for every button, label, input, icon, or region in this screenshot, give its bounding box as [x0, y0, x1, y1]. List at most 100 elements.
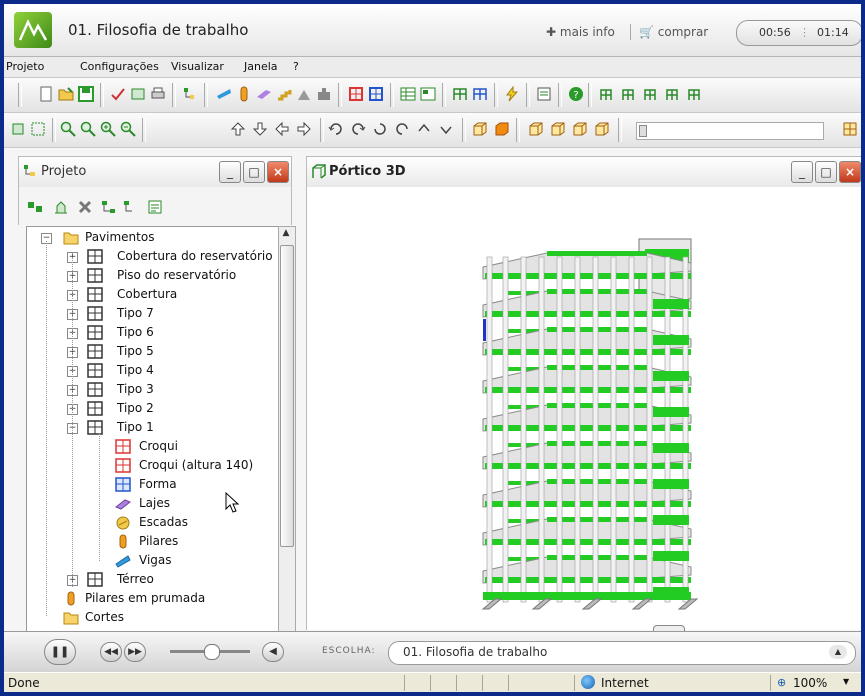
- volume-thumb[interactable]: [204, 644, 220, 660]
- pillar-tool-icon[interactable]: [236, 86, 252, 102]
- rotate-right-icon[interactable]: [350, 121, 366, 137]
- close-button[interactable]: ×: [267, 161, 289, 183]
- tree-node-terreo[interactable]: + Térreo: [27, 571, 277, 590]
- zoom-all-icon[interactable]: [60, 121, 76, 137]
- tree-node-tipo-3[interactable]: + Tipo 3: [27, 381, 277, 400]
- save-icon[interactable]: [78, 86, 94, 102]
- mais-info-link[interactable]: ✚ mais info: [546, 25, 615, 39]
- previous-button[interactable]: ◀◀: [100, 642, 122, 662]
- tree-node-tipo-6[interactable]: + Tipo 6: [27, 324, 277, 343]
- view-top-icon[interactable]: [572, 121, 588, 137]
- pan-down-icon[interactable]: [252, 121, 268, 137]
- floor-plan-blue-icon[interactable]: [368, 86, 384, 102]
- table-view-icon[interactable]: [420, 86, 436, 102]
- slider-thumb[interactable]: [639, 125, 647, 137]
- properties-panel-icon[interactable]: [147, 199, 163, 215]
- tree-structure-icon[interactable]: [182, 86, 198, 102]
- close-button[interactable]: ×: [839, 161, 861, 183]
- floor-plan-red-icon[interactable]: [348, 86, 364, 102]
- frame-icon[interactable]: [452, 86, 468, 102]
- zoom-out-icon[interactable]: [120, 121, 136, 137]
- maximize-button[interactable]: □: [815, 161, 837, 183]
- grid-icon[interactable]: [842, 121, 858, 137]
- pause-button[interactable]: ❚❚: [44, 639, 76, 665]
- edit-check-icon[interactable]: [110, 86, 126, 102]
- frame-select-icon[interactable]: [642, 86, 658, 102]
- zoom-in-icon[interactable]: [100, 121, 116, 137]
- view-side-icon[interactable]: [550, 121, 566, 137]
- frame-copy-icon[interactable]: [664, 86, 680, 102]
- tree-node-pavimentos[interactable]: − Pavimentos: [27, 229, 277, 248]
- slab-tool-icon[interactable]: [256, 86, 272, 102]
- orbit-left-icon[interactable]: [416, 121, 432, 137]
- tree-node-cortes[interactable]: Cortes: [27, 609, 277, 628]
- tree-node-tipo-7[interactable]: + Tipo 7: [27, 305, 277, 324]
- tree-scrollbar[interactable]: ▲: [278, 226, 296, 633]
- foundation-tool-icon[interactable]: [296, 86, 312, 102]
- menu-janela[interactable]: Janela: [244, 60, 278, 73]
- new-file-icon[interactable]: [38, 86, 54, 102]
- menu-visualizar[interactable]: Visualizar: [171, 60, 224, 73]
- stairs-tool-icon[interactable]: [276, 86, 292, 102]
- volume-button[interactable]: ◀: [262, 642, 284, 662]
- scroll-up-icon[interactable]: ▲: [280, 228, 292, 242]
- lightning-icon[interactable]: [504, 86, 520, 102]
- print-icon[interactable]: [150, 86, 166, 102]
- view-front-icon[interactable]: [528, 121, 544, 137]
- tree-node-vigas[interactable]: Vigas: [27, 552, 277, 571]
- menu-projeto[interactable]: Projeto: [6, 60, 44, 73]
- add-floor-icon[interactable]: [53, 199, 69, 215]
- rotate-down-icon[interactable]: [394, 121, 410, 137]
- pan-up-icon[interactable]: [230, 121, 246, 137]
- menu-configuracoes[interactable]: Configurações: [80, 60, 159, 73]
- report-icon[interactable]: [536, 86, 552, 102]
- help-icon[interactable]: ?: [568, 86, 584, 102]
- expand-tree-icon[interactable]: [101, 199, 117, 215]
- pan-right-icon[interactable]: [296, 121, 312, 137]
- tree-node-cobertura-reservatorio[interactable]: + Cobertura do reservatório: [27, 248, 277, 267]
- minimize-button[interactable]: _: [219, 161, 241, 183]
- rotate-up-icon[interactable]: [372, 121, 388, 137]
- chevron-up-icon[interactable]: ▲: [829, 645, 847, 659]
- zoom-window-icon[interactable]: [80, 121, 96, 137]
- tree-node-escadas[interactable]: Escadas: [27, 514, 277, 533]
- tree-node-tipo-1[interactable]: − Tipo 1: [27, 419, 277, 438]
- orbit-right-icon[interactable]: [438, 121, 454, 137]
- maximize-button[interactable]: □: [243, 161, 265, 183]
- tree-node-pilares[interactable]: Pilares: [27, 533, 277, 552]
- frame-edit-icon[interactable]: [620, 86, 636, 102]
- tree-node-croqui-altura[interactable]: Croqui (altura 140): [27, 457, 277, 476]
- next-button[interactable]: ▶▶: [124, 642, 146, 662]
- select-icon[interactable]: [10, 121, 26, 137]
- rotate-left-icon[interactable]: [328, 121, 344, 137]
- open-folder-icon[interactable]: [58, 86, 74, 102]
- comprar-link[interactable]: 🛒 comprar: [639, 25, 708, 39]
- minimize-button[interactable]: _: [791, 161, 813, 183]
- zoom-control[interactable]: ⊕ 100% ▼: [770, 675, 861, 691]
- portico-3d-viewport[interactable]: [306, 187, 861, 635]
- new-item-icon[interactable]: [27, 199, 43, 215]
- properties-icon[interactable]: [130, 86, 146, 102]
- level-slider[interactable]: [636, 122, 824, 140]
- frame-add-icon[interactable]: [598, 86, 614, 102]
- pan-left-icon[interactable]: [274, 121, 290, 137]
- wireframe-cube-icon[interactable]: [472, 121, 488, 137]
- frame-move-icon[interactable]: [686, 86, 702, 102]
- solid-cube-icon[interactable]: [494, 121, 510, 137]
- wall-tool-icon[interactable]: [316, 86, 332, 102]
- tree-node-cobertura[interactable]: + Cobertura: [27, 286, 277, 305]
- grid-view-icon[interactable]: [400, 86, 416, 102]
- tree-node-croqui[interactable]: Croqui: [27, 438, 277, 457]
- tree-node-tipo-5[interactable]: + Tipo 5: [27, 343, 277, 362]
- chapter-select[interactable]: 01. Filosofia de trabalho ▲: [388, 641, 856, 665]
- tree-node-pilares-prumada[interactable]: Pilares em prumada: [27, 590, 277, 609]
- frame-blue-icon[interactable]: [472, 86, 488, 102]
- tree-node-piso-reservatorio[interactable]: + Piso do reservatório: [27, 267, 277, 286]
- beam-tool-icon[interactable]: [216, 86, 232, 102]
- collapse-tree-icon[interactable]: [123, 199, 139, 215]
- tree-node-tipo-4[interactable]: + Tipo 4: [27, 362, 277, 381]
- volume-slider[interactable]: [170, 644, 250, 660]
- scrollbar-thumb[interactable]: [280, 245, 294, 547]
- tree-node-tipo-2[interactable]: + Tipo 2: [27, 400, 277, 419]
- delete-icon[interactable]: [77, 199, 93, 215]
